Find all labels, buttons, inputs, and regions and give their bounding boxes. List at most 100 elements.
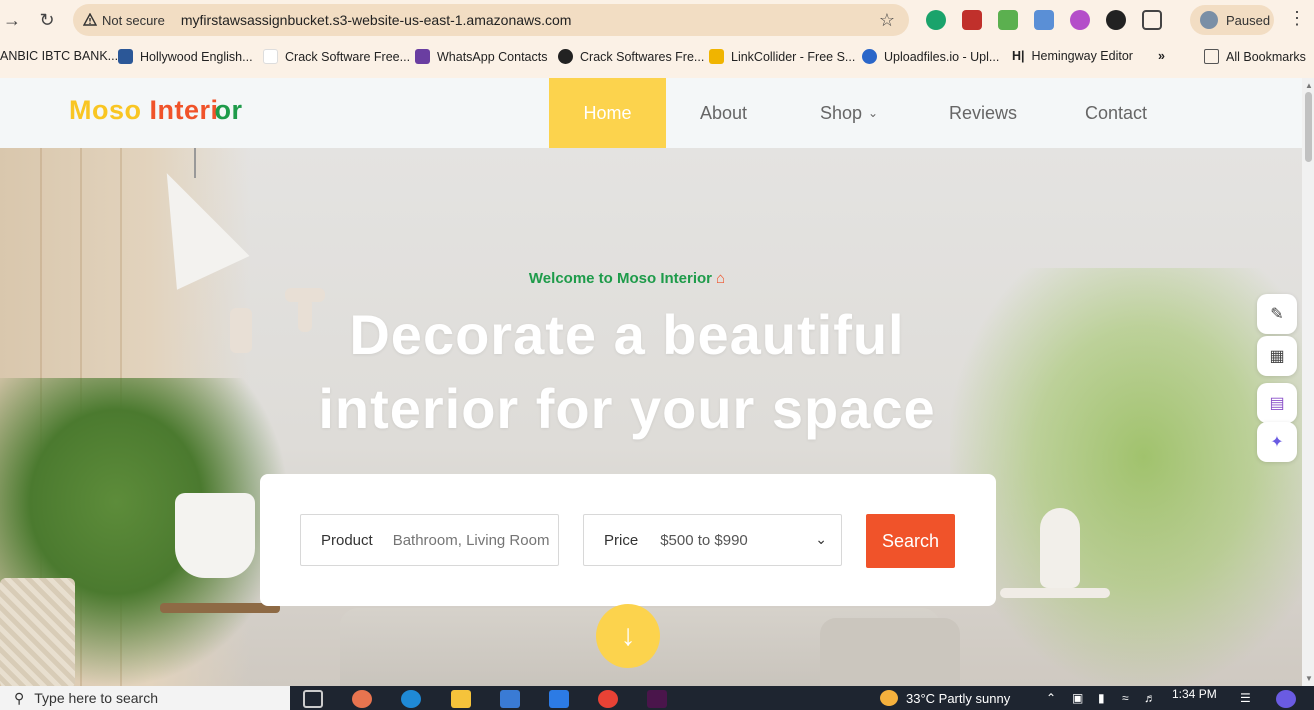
task-view-icon[interactable] [303,690,323,708]
document-icon[interactable]: ▤ [1257,383,1297,423]
edge-icon[interactable] [401,690,421,708]
bookmark-item[interactable]: Hollywood English... [118,49,253,64]
scroll-down-arrow-icon[interactable]: ↓ [596,604,660,668]
bookmark-item[interactable]: WhatsApp Contacts [415,49,547,64]
bookmark-star-icon[interactable]: ☆ [879,10,895,31]
price-select[interactable]: Price $500 to $990 ⌄ [583,514,842,566]
bookmarks-bar: ANBIC IBTC BANK... Hollywood English... … [0,40,1314,74]
edit-pen-icon[interactable]: ✎ [1257,294,1297,334]
bookmark-item[interactable]: ANBIC IBTC BANK... [0,49,118,63]
product-label: Product [321,531,373,549]
bookmark-label: Crack Softwares Fre... [580,49,705,64]
partly-sunny-icon [880,690,898,706]
security-indicator[interactable]: Not secure [83,13,165,28]
page-scrollbar[interactable]: ▲ ▼ [1302,78,1314,686]
browser-menu-icon[interactable]: ⋮ [1288,8,1306,29]
taskbar-search[interactable]: ⚲ Type here to search [0,686,290,710]
home-icon: ⌂ [716,270,726,287]
nav-shop[interactable]: Shop ⌄ [820,78,878,148]
bookmark-favicon-icon [118,49,133,64]
search-button[interactable]: Search [866,514,955,568]
file-explorer-icon[interactable] [451,690,471,708]
more-bookmarks-chevron-icon[interactable]: » [1158,49,1165,63]
bookmark-item[interactable]: LinkCollider - Free S... [709,49,855,64]
network-icon[interactable]: ▣ [1072,691,1083,705]
stool-image [160,603,280,613]
nav-contact[interactable]: Contact [1085,78,1147,148]
scroll-thumb[interactable] [1305,92,1312,162]
windows-taskbar: ⚲ Type here to search 33°C Partly sunny … [0,686,1314,710]
forward-icon[interactable]: → [0,8,24,32]
chevron-down-icon: ⌄ [815,531,827,547]
plant-pot-image [175,493,255,578]
product-input[interactable] [392,531,551,549]
bookmark-label: LinkCollider - Free S... [731,49,856,64]
site-logo[interactable]: Moso Interior [69,95,243,126]
battery-icon[interactable]: ▮ [1098,691,1105,705]
logo-word-2b: or [214,95,243,125]
url-text[interactable]: myfirstawsassignbucket.s3-website-us-eas… [181,12,572,28]
broadcast-extension-icon[interactable] [1070,10,1090,30]
welcome-text: Welcome to Moso Interior [528,270,712,287]
map-extension-icon[interactable] [1034,10,1054,30]
avatar [1200,11,1218,29]
nav-reviews[interactable]: Reviews [949,78,1017,148]
scroll-down-icon[interactable]: ▼ [1305,674,1313,683]
profile-button[interactable]: Paused [1190,5,1274,35]
sparkle-icon[interactable]: ✦ [1257,422,1297,462]
price-label: Price [604,531,639,549]
address-bar[interactable]: Not secure myfirstawsassignbucket.s3-web… [73,4,909,36]
chart-extension-icon[interactable] [962,10,982,30]
bookmark-item[interactable]: H| Hemingway Editor [1012,49,1133,63]
clock-time[interactable]: 1:34 PM [1172,687,1217,701]
scroll-up-icon[interactable]: ▲ [1305,81,1313,90]
bookmark-label: Uploadfiles.io - Upl... [884,49,1000,64]
side-table-image [1000,588,1110,598]
screen-extension-icon[interactable] [998,10,1018,30]
chevron-up-icon[interactable]: ⌃ [1046,691,1056,705]
nav-home[interactable]: Home [549,78,666,148]
slack-icon[interactable] [647,690,667,708]
reload-icon[interactable]: ↻ [35,8,59,32]
taskbar-search-placeholder: Type here to search [34,690,159,706]
bookmark-item[interactable]: Uploadfiles.io - Upl... [862,49,999,64]
bookmark-label: All Bookmarks [1226,49,1306,64]
calendar-edit-icon[interactable]: ▦ [1257,336,1297,376]
profile-status: Paused [1226,12,1271,28]
copilot-icon[interactable] [1276,690,1296,708]
weather-widget[interactable]: 33°C Partly sunny [880,690,1010,706]
folder-icon [1204,49,1219,64]
hemingway-favicon-icon: H| [1012,49,1025,63]
bookmark-favicon-icon [263,49,278,64]
bookmark-label: Hollywood English... [140,49,253,64]
hero-welcome: Welcome to Moso Interior ⌂ [0,270,1254,287]
app-icon[interactable] [352,690,372,708]
browser-chrome: → ↻ Not secure myfirstawsassignbucket.s3… [0,0,1314,78]
store-icon[interactable] [500,690,520,708]
chrome-icon[interactable] [598,690,618,708]
bookmark-label: ANBIC IBTC BANK... [0,49,119,63]
bookmark-favicon-icon [862,49,877,64]
bookmark-favicon-icon [709,49,724,64]
all-bookmarks-item[interactable]: All Bookmarks [1204,49,1306,64]
bookmark-item[interactable]: Crack Softwares Fre... [558,49,704,64]
logo-word-1: Moso [69,95,142,125]
extensions-puzzle-icon[interactable] [1142,10,1162,30]
hero-headline: Decorate a beautiful interior for your s… [227,298,1027,446]
nav-about[interactable]: About [700,78,747,148]
price-value: $500 to $990 [660,531,748,549]
hero-section: Welcome to Moso Interior ⌂ Decorate a bea… [0,148,1302,686]
volume-icon[interactable]: ♬ [1144,691,1156,705]
bookmark-favicon-icon [558,49,573,64]
nav-shop-label: Shop [820,102,863,123]
browser-toolbar: → ↻ Not secure myfirstawsassignbucket.s3… [0,0,1314,40]
mail-icon[interactable] [549,690,569,708]
product-field[interactable]: Product [300,514,559,566]
bookmark-favicon-icon [415,49,430,64]
wifi-icon[interactable]: ≈ [1122,691,1129,705]
notifications-icon[interactable]: ☰ [1240,691,1251,705]
bookmark-label: WhatsApp Contacts [437,49,548,64]
bookmark-item[interactable]: Crack Software Free... [263,49,410,64]
w-extension-icon[interactable] [1106,10,1126,30]
grammarly-extension-icon[interactable] [926,10,946,30]
